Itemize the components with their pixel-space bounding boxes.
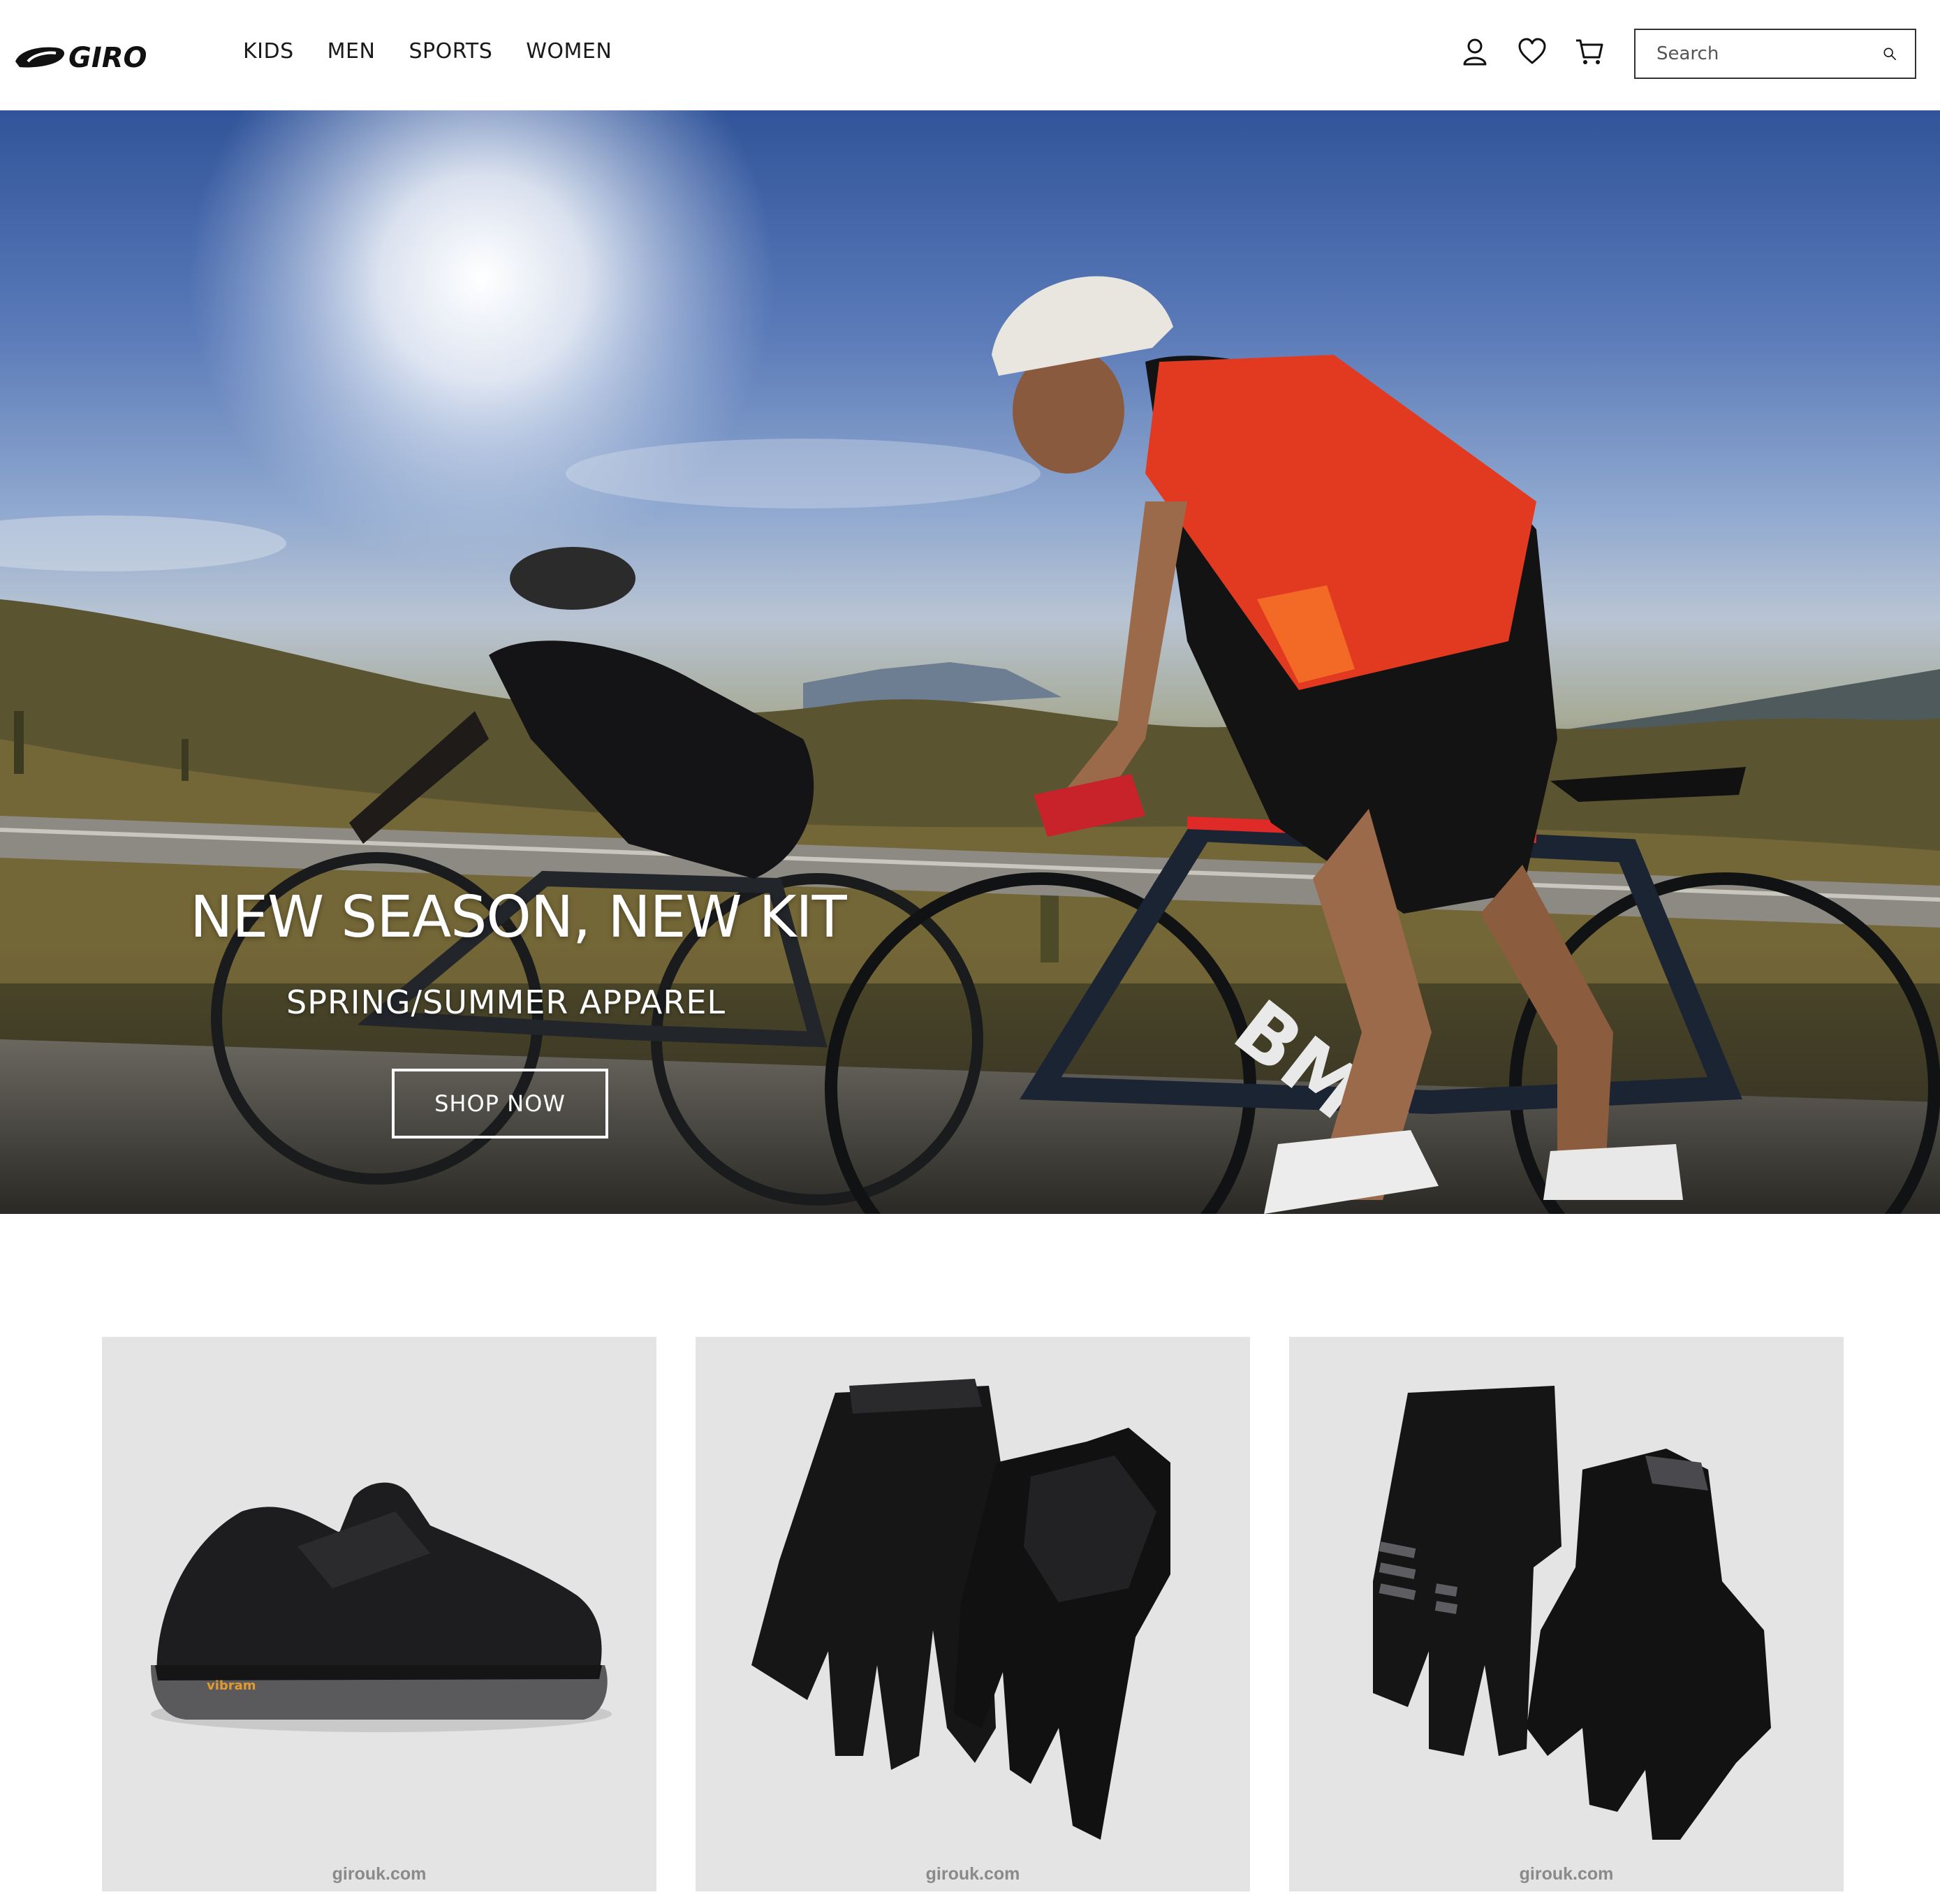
image-watermark: girouk.com xyxy=(925,1864,1020,1884)
site-header: GIRO KIDS MEN SPORTS WOMEN xyxy=(0,0,1940,110)
cart-icon[interactable] xyxy=(1574,36,1605,67)
nav-kids[interactable]: KIDS xyxy=(243,39,294,64)
image-watermark: girouk.com xyxy=(1519,1864,1614,1884)
hero-subtitle: SPRING/SUMMER APPAREL xyxy=(286,983,726,1021)
search-box xyxy=(1634,29,1916,79)
product-card-gloves[interactable]: girouk.com xyxy=(696,1337,1250,1891)
svg-text:vibram: vibram xyxy=(207,1678,256,1693)
account-icon[interactable] xyxy=(1460,36,1490,67)
shop-now-button[interactable]: SHOP NOW xyxy=(392,1069,608,1138)
wishlist-heart-icon[interactable] xyxy=(1517,36,1548,67)
logo-wordmark: GIRO xyxy=(68,42,147,71)
cycling-shoe-image: vibram xyxy=(151,1482,612,1732)
search-input[interactable] xyxy=(1636,30,1883,78)
image-watermark: girouk.com xyxy=(332,1864,427,1884)
hero-title: NEW SEASON, NEW KIT xyxy=(190,884,847,951)
hero-cyclists-image: BMC xyxy=(0,110,1940,1214)
product-card-shoe[interactable]: vibram girouk.com xyxy=(102,1337,656,1891)
main-nav: KIDS MEN SPORTS WOMEN xyxy=(243,39,612,64)
product-card-mtb-gloves[interactable]: girouk.com xyxy=(1289,1337,1844,1891)
full-finger-gloves-image xyxy=(751,1379,1170,1840)
search-icon[interactable] xyxy=(1883,38,1897,69)
nav-sports[interactable]: SPORTS xyxy=(409,39,492,64)
product-grid: vibram girouk.com girouk.com girouk.com xyxy=(102,1337,1844,1891)
giro-logo[interactable]: GIRO xyxy=(13,41,168,71)
nav-men[interactable]: MEN xyxy=(328,39,376,64)
nav-women[interactable]: WOMEN xyxy=(526,39,612,64)
hero-banner: BMC NEW SEASON, NEW KIT SPRING/SUMMER AP… xyxy=(0,110,1940,1214)
utility-icons xyxy=(1460,36,1605,67)
mtb-gloves-image xyxy=(1373,1386,1771,1840)
